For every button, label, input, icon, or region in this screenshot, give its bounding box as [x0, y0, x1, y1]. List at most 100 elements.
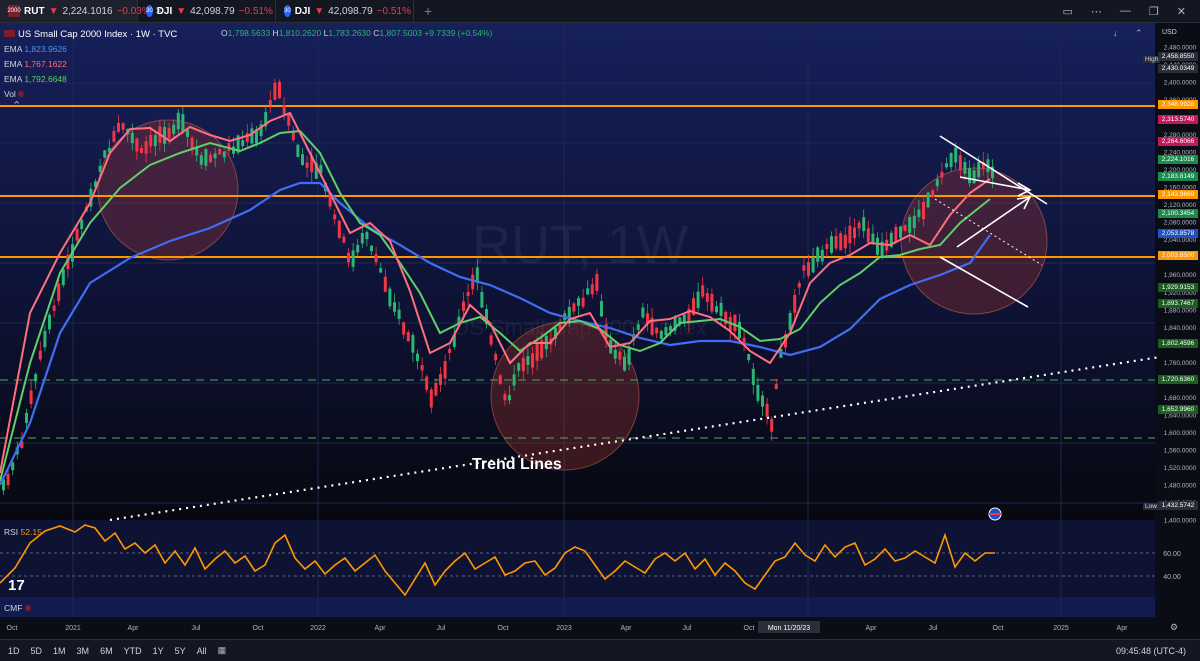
tab-change: −0.51% [376, 5, 411, 17]
candle-body [29, 390, 33, 404]
collapse-icon[interactable]: ⌃ [1135, 28, 1143, 38]
candle-body [195, 148, 199, 156]
currency-label[interactable]: USD [1162, 29, 1177, 36]
price-tag: 2,224.1016 [1158, 154, 1198, 164]
maximize-icon[interactable]: ❐ [1149, 5, 1159, 18]
candle-body [222, 151, 226, 158]
range-1y[interactable]: 1Y [153, 646, 164, 656]
candle-body [103, 150, 107, 158]
candle-body [34, 374, 38, 382]
range-1m[interactable]: 1M [53, 646, 66, 656]
range-all[interactable]: All [197, 646, 207, 656]
arrow-down-icon[interactable]: ↓ [1113, 28, 1118, 38]
tab-dji-2[interactable]: 30 DJI ▼ 42,098.79 −0.51% [276, 0, 414, 22]
time-axis-label: Apr [621, 625, 633, 632]
time-axis-label: 2022 [310, 625, 326, 632]
candle-body [333, 214, 337, 220]
rsi-legend[interactable]: RSI 52.15 [4, 527, 42, 537]
candle-body [968, 168, 971, 184]
candle-body [512, 374, 516, 386]
candle-body [715, 306, 718, 313]
candle-body [862, 217, 866, 232]
clock[interactable]: 09:45:48 (UTC-4) [1116, 646, 1200, 656]
rsi-axis-label: 40.00 [1163, 574, 1181, 581]
time-axis-label: 2021 [65, 625, 81, 632]
candle-body [940, 171, 944, 178]
candle-body [305, 162, 309, 168]
range-1d[interactable]: 1D [8, 646, 20, 656]
candle-body [471, 274, 475, 290]
price-axis-label: 1,880.0000 [1164, 307, 1197, 314]
candle-body [595, 273, 599, 291]
candle-body [705, 293, 709, 302]
candle-body [945, 163, 948, 168]
tab-symbol: DJI [156, 5, 173, 17]
chart-canvas[interactable]: RUT, 1W US Small Cap 2000 Index Trend Li… [0, 23, 1200, 642]
candle-body [949, 153, 953, 168]
ema-row-1[interactable]: EMA 1,823.9626 [4, 42, 177, 57]
price-tag: 2,183.8149 [1158, 172, 1198, 182]
candle-body [11, 462, 15, 471]
candle-body [149, 135, 153, 147]
settings-gear-icon[interactable]: ⚙ [1170, 622, 1178, 632]
range-5y[interactable]: 5Y [175, 646, 186, 656]
time-axis-label: 2023 [556, 625, 572, 632]
dji-logo-icon: 30 [146, 5, 153, 17]
candle-body [843, 234, 847, 249]
price-axis-label: 1,760.0000 [1164, 360, 1197, 367]
minimize-icon[interactable]: — [1120, 5, 1131, 17]
candle-body [517, 363, 521, 371]
candle-body [241, 140, 245, 147]
tab-price: 42,098.79 [190, 5, 235, 17]
candle-body [186, 130, 189, 137]
crosshair-date: Mon 11/20/23 [768, 625, 810, 632]
tab-rut[interactable]: 2000 RUT ▼ 2,224.1016 −0.03% ✕ [0, 0, 163, 22]
candle-body [121, 123, 125, 130]
close-window-icon[interactable]: ✕ [1177, 5, 1186, 18]
candle-body [25, 412, 28, 424]
tab-symbol: DJI [294, 5, 311, 17]
calendar-icon[interactable]: ▦ [218, 645, 227, 656]
ema-row-2[interactable]: EMA 1,767.1622 [4, 57, 177, 72]
candle-body [623, 356, 626, 371]
watermark-symbol: RUT, 1W [472, 215, 688, 275]
candle-body [57, 283, 61, 301]
candle-body [75, 228, 79, 241]
candle-body [972, 170, 976, 184]
chart-title[interactable]: US Small Cap 2000 Index · 1W · TVC [4, 27, 177, 42]
candle-body [218, 148, 222, 155]
vol-indicator-icon [18, 91, 25, 97]
candle-body [420, 365, 424, 371]
chart-area[interactable]: RUT, 1W US Small Cap 2000 Index Trend Li… [0, 23, 1200, 642]
new-tab-icon[interactable]: + [414, 3, 442, 19]
tab-dji-1[interactable]: 30 DJI ▼ 42,098.79 −0.51% [138, 0, 276, 22]
more-icon[interactable]: ⋯ [1091, 5, 1102, 18]
candle-body [439, 374, 442, 385]
candle-body [393, 302, 396, 312]
candle-body [80, 219, 84, 230]
price-tag: 2,003.6500 [1158, 251, 1198, 261]
candle-body [926, 192, 930, 208]
candle-body [917, 209, 921, 218]
candle-body [627, 348, 631, 365]
vol-row[interactable]: Vol [4, 87, 177, 102]
range-6m[interactable]: 6M [100, 646, 113, 656]
candle-body [733, 314, 737, 332]
candle-body [535, 343, 539, 361]
price-axis-label: 1,960.0000 [1164, 272, 1197, 279]
candle-body [931, 190, 935, 197]
candle-body [443, 361, 447, 379]
range-3m[interactable]: 3M [77, 646, 90, 656]
candle-body [848, 225, 852, 244]
candle-body [958, 155, 962, 171]
time-axis-label: Oct [993, 625, 1004, 632]
range-ytd[interactable]: YTD [124, 646, 142, 656]
layout-icon[interactable]: ▭ [1063, 5, 1073, 18]
candle-body [167, 127, 171, 139]
candle-body [751, 368, 755, 385]
price-tag: 1,652.9960 [1158, 404, 1198, 414]
cmf-legend[interactable]: CMF [4, 603, 31, 613]
range-5d[interactable]: 5D [31, 646, 43, 656]
ema-row-3[interactable]: EMA 1,792.6648 [4, 72, 177, 87]
candle-body [922, 201, 925, 220]
